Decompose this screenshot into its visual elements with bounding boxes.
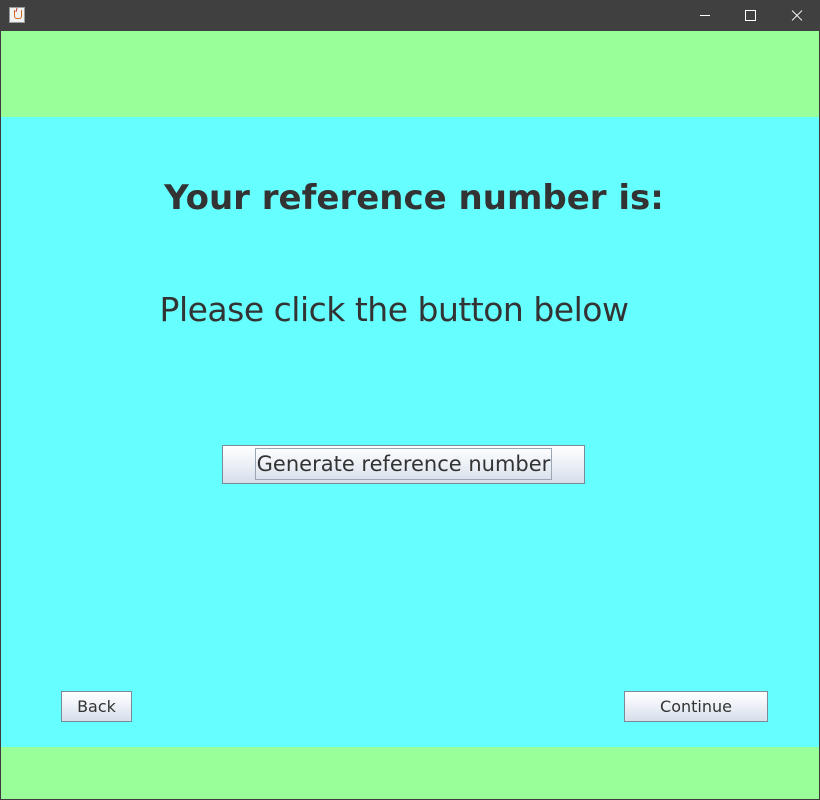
java-app-icon xyxy=(9,7,25,23)
maximize-button[interactable] xyxy=(728,0,774,31)
minimize-button[interactable] xyxy=(682,0,728,31)
content-pane: Your reference number is: Please click t… xyxy=(1,31,819,799)
page-title: Your reference number is: xyxy=(164,178,664,218)
title-bar[interactable] xyxy=(0,0,820,31)
back-button[interactable]: Back xyxy=(61,691,132,722)
close-button[interactable] xyxy=(774,0,820,31)
continue-button[interactable]: Continue xyxy=(624,691,768,722)
generate-reference-label: Generate reference number xyxy=(254,448,553,480)
instruction-text: Please click the button below xyxy=(159,290,629,329)
top-band xyxy=(1,31,819,117)
generate-reference-button[interactable]: Generate reference number xyxy=(222,445,585,484)
app-window: Your reference number is: Please click t… xyxy=(0,0,820,800)
bottom-band xyxy=(1,747,819,799)
